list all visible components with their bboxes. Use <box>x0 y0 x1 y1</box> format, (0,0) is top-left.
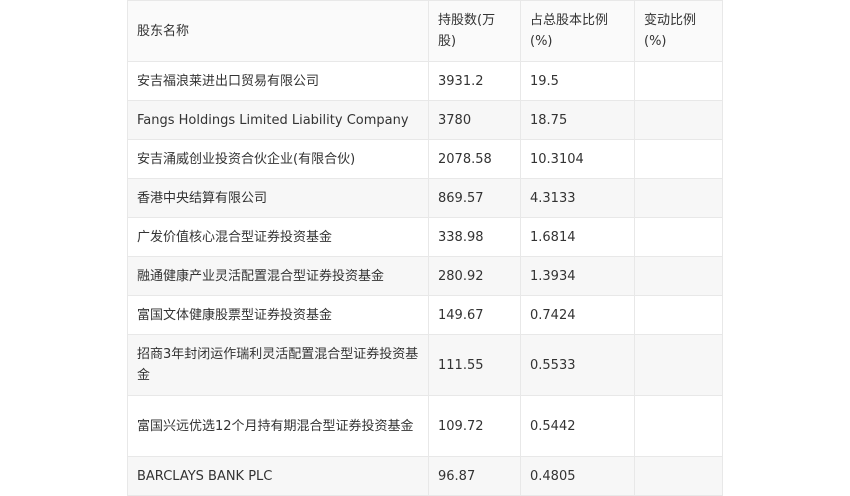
header-change: 变动比例(%) <box>634 0 723 62</box>
cell-ratio: 4.3133 <box>520 178 635 218</box>
cell-name: 安吉涌威创业投资合伙企业(有限合伙) <box>127 139 429 179</box>
header-ratio: 占总股本比例(%) <box>520 0 635 62</box>
cell-change <box>634 217 723 257</box>
cell-ratio: 10.3104 <box>520 139 635 179</box>
cell-shares: 96.87 <box>428 456 521 496</box>
cell-name: 招商3年封闭运作瑞利灵活配置混合型证券投资基金 <box>127 334 429 396</box>
cell-change <box>634 100 723 140</box>
cell-ratio: 0.5442 <box>520 395 635 457</box>
table-row: 招商3年封闭运作瑞利灵活配置混合型证券投资基金 111.55 0.5533 <box>127 334 723 396</box>
cell-change <box>634 256 723 296</box>
table-header-row: 股东名称 持股数(万股) 占总股本比例(%) 变动比例(%) <box>127 0 723 62</box>
cell-shares: 280.92 <box>428 256 521 296</box>
cell-name: 富国文体健康股票型证券投资基金 <box>127 295 429 335</box>
table-row: Fangs Holdings Limited Liability Company… <box>127 100 723 140</box>
cell-name: BARCLAYS BANK PLC <box>127 456 429 496</box>
table-row: 安吉福浪莱进出口贸易有限公司 3931.2 19.5 <box>127 61 723 101</box>
table-row: BARCLAYS BANK PLC 96.87 0.4805 <box>127 456 723 496</box>
cell-shares: 3931.2 <box>428 61 521 101</box>
cell-ratio: 0.7424 <box>520 295 635 335</box>
cell-shares: 3780 <box>428 100 521 140</box>
cell-name: 融通健康产业灵活配置混合型证券投资基金 <box>127 256 429 296</box>
header-shareholder-name: 股东名称 <box>127 0 429 62</box>
cell-ratio: 0.5533 <box>520 334 635 396</box>
cell-change <box>634 395 723 457</box>
shareholder-table: 股东名称 持股数(万股) 占总股本比例(%) 变动比例(%) 安吉福浪莱进出口贸… <box>127 0 723 496</box>
cell-change <box>634 456 723 496</box>
cell-ratio: 0.4805 <box>520 456 635 496</box>
cell-ratio: 18.75 <box>520 100 635 140</box>
cell-change <box>634 61 723 101</box>
cell-name: Fangs Holdings Limited Liability Company <box>127 100 429 140</box>
cell-shares: 869.57 <box>428 178 521 218</box>
cell-ratio: 1.6814 <box>520 217 635 257</box>
table-row: 富国文体健康股票型证券投资基金 149.67 0.7424 <box>127 295 723 335</box>
cell-ratio: 19.5 <box>520 61 635 101</box>
table-row: 安吉涌威创业投资合伙企业(有限合伙) 2078.58 10.3104 <box>127 139 723 179</box>
cell-shares: 338.98 <box>428 217 521 257</box>
cell-change <box>634 334 723 396</box>
cell-name: 广发价值核心混合型证券投资基金 <box>127 217 429 257</box>
table-row: 富国兴远优选12个月持有期混合型证券投资基金 109.72 0.5442 <box>127 395 723 457</box>
cell-shares: 149.67 <box>428 295 521 335</box>
cell-change <box>634 178 723 218</box>
cell-change <box>634 139 723 179</box>
cell-shares: 109.72 <box>428 395 521 457</box>
cell-name: 香港中央结算有限公司 <box>127 178 429 218</box>
table-row: 广发价值核心混合型证券投资基金 338.98 1.6814 <box>127 217 723 257</box>
cell-name: 安吉福浪莱进出口贸易有限公司 <box>127 61 429 101</box>
cell-change <box>634 295 723 335</box>
table-row: 香港中央结算有限公司 869.57 4.3133 <box>127 178 723 218</box>
cell-ratio: 1.3934 <box>520 256 635 296</box>
cell-shares: 2078.58 <box>428 139 521 179</box>
header-shares: 持股数(万股) <box>428 0 521 62</box>
table-row: 融通健康产业灵活配置混合型证券投资基金 280.92 1.3934 <box>127 256 723 296</box>
shareholder-table-container: 股东名称 持股数(万股) 占总股本比例(%) 变动比例(%) 安吉福浪莱进出口贸… <box>127 0 723 496</box>
cell-shares: 111.55 <box>428 334 521 396</box>
cell-name: 富国兴远优选12个月持有期混合型证券投资基金 <box>127 395 429 457</box>
